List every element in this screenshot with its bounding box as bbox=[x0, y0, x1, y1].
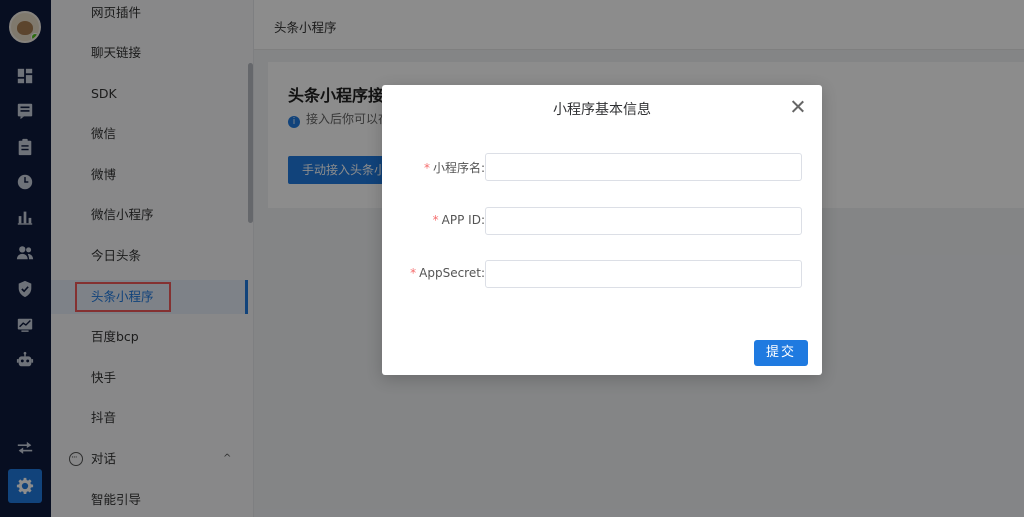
required-mark: * bbox=[432, 213, 439, 227]
form-row-appid: * APP ID: bbox=[382, 207, 822, 235]
field-label: * APP ID: bbox=[432, 213, 485, 227]
field-label: * AppSecret: bbox=[410, 266, 485, 280]
miniprogram-name-input[interactable] bbox=[485, 153, 802, 181]
required-mark: * bbox=[423, 161, 430, 175]
submit-button[interactable]: 提交 bbox=[754, 340, 808, 366]
field-label-text: 小程序名 bbox=[432, 161, 481, 175]
form-row-name: * 小程序名: bbox=[382, 153, 822, 181]
field-label-text: AppSecret bbox=[419, 266, 481, 280]
field-label-text: APP ID bbox=[441, 213, 481, 227]
app-secret-input[interactable] bbox=[485, 260, 802, 288]
close-icon[interactable] bbox=[790, 99, 806, 115]
app-id-input[interactable] bbox=[485, 207, 802, 235]
required-mark: * bbox=[410, 266, 417, 280]
form-row-appsecret: * AppSecret: bbox=[382, 260, 822, 288]
miniprogram-info-dialog: 小程序基本信息 * 小程序名: * APP ID: * AppSecret: 提交 bbox=[382, 85, 822, 375]
field-label: * 小程序名: bbox=[423, 161, 485, 175]
dialog-title: 小程序基本信息 bbox=[553, 102, 651, 118]
